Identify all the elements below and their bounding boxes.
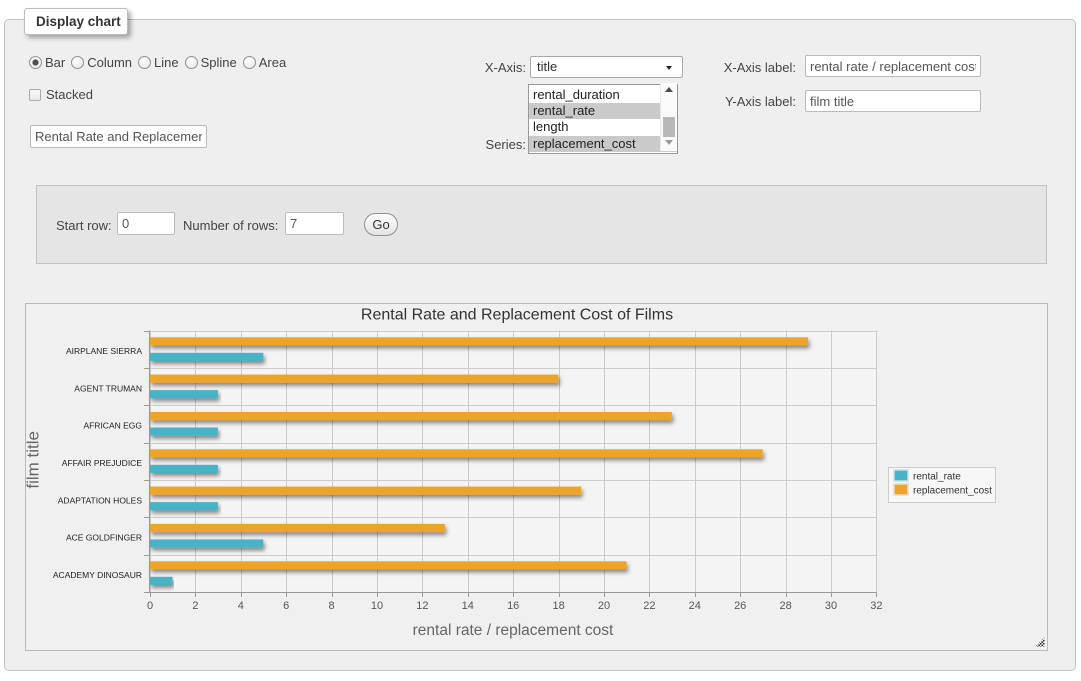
svg-text:ACADEMY DINOSAUR: ACADEMY DINOSAUR — [53, 570, 142, 580]
svg-text:20: 20 — [598, 600, 610, 612]
svg-text:16: 16 — [507, 600, 519, 612]
svg-text:10: 10 — [371, 600, 383, 612]
svg-text:28: 28 — [779, 600, 791, 612]
svg-text:2: 2 — [192, 600, 198, 612]
svg-text:AGENT TRUMAN: AGENT TRUMAN — [74, 383, 142, 393]
svg-text:32: 32 — [870, 600, 882, 612]
svg-text:replacement_cost: replacement_cost — [913, 486, 992, 497]
svg-text:ACE GOLDFINGER: ACE GOLDFINGER — [66, 533, 142, 543]
svg-text:rental_rate: rental_rate — [913, 472, 961, 483]
svg-text:0: 0 — [147, 600, 153, 612]
svg-text:24: 24 — [689, 600, 701, 612]
svg-text:22: 22 — [643, 600, 655, 612]
svg-text:30: 30 — [825, 600, 837, 612]
svg-text:ADAPTATION HOLES: ADAPTATION HOLES — [58, 495, 143, 505]
svg-text:18: 18 — [552, 600, 564, 612]
svg-text:AFFAIR PREJUDICE: AFFAIR PREJUDICE — [62, 458, 143, 468]
svg-text:AIRPLANE SIERRA: AIRPLANE SIERRA — [66, 346, 142, 356]
svg-text:Rental Rate and Replacement Co: Rental Rate and Replacement Cost of Film… — [361, 306, 673, 323]
svg-text:8: 8 — [329, 600, 335, 612]
svg-text:14: 14 — [462, 600, 474, 612]
svg-text:12: 12 — [416, 600, 428, 612]
svg-text:AFRICAN EGG: AFRICAN EGG — [83, 421, 142, 431]
svg-text:rental rate / replacement cost: rental rate / replacement cost — [413, 622, 614, 639]
svg-text:6: 6 — [283, 600, 289, 612]
svg-text:film title: film title — [26, 431, 43, 489]
svg-text:4: 4 — [238, 600, 244, 612]
svg-text:26: 26 — [734, 600, 746, 612]
